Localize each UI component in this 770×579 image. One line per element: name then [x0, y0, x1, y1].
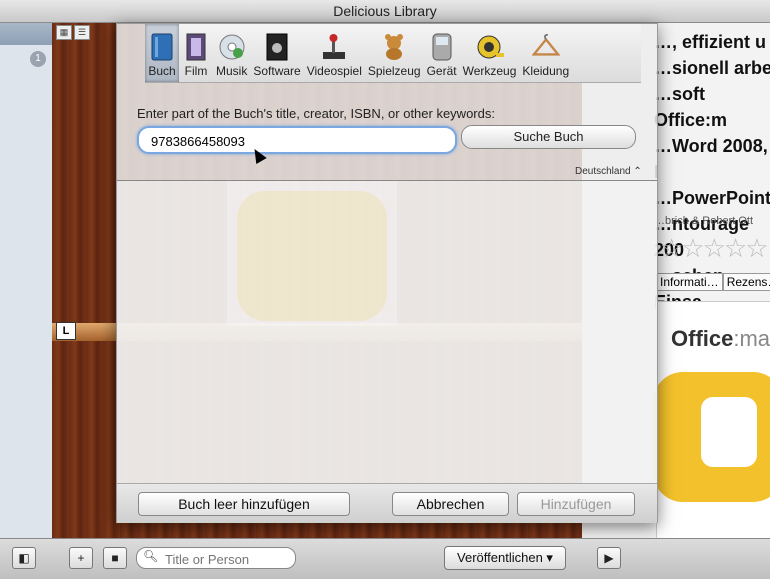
item-author: …brich & Robert Ott — [654, 215, 754, 227]
joystick-icon — [320, 32, 348, 62]
library-search-field[interactable]: 🔍︎ — [136, 547, 296, 569]
search-icon: 🔍︎ — [143, 549, 159, 563]
toolbar-label: Kleidung — [522, 64, 570, 78]
cancel-button[interactable]: Abbrechen — [392, 492, 509, 516]
toolbar-label: Film — [184, 64, 208, 78]
country-popup[interactable]: Deutschland ⌃ — [575, 166, 642, 177]
chevron-updown-icon: ⌃ — [633, 166, 642, 177]
music-cd-icon — [218, 32, 246, 62]
media-type-toolbar: Buch Film Musik Software Videospiel Spie… — [145, 24, 641, 83]
background-cover-ghost — [237, 191, 387, 321]
search-prompt: Enter part of the Buch's title, creator,… — [137, 106, 495, 121]
add-button[interactable]: Hinzufügen — [517, 492, 635, 516]
plus-icon: + — [77, 551, 85, 565]
shelf-letter-tab: L — [56, 322, 76, 340]
item-title-line: …Word 2008, I — [654, 136, 768, 182]
sidebar-toggle-icon: ◧ — [18, 551, 30, 565]
toggle-detail-button[interactable]: ▶ — [597, 547, 621, 569]
toolbar-item-toy[interactable]: Spielzeug — [365, 24, 424, 82]
add-empty-book-button[interactable]: Buch leer hinzufügen — [138, 492, 350, 516]
item-title-line: …, effizient u — [654, 32, 766, 52]
toolbar-item-music[interactable]: Musik — [213, 24, 250, 82]
rating-stars[interactable]: ☆☆☆☆☆ — [660, 233, 769, 264]
toolbar-item-videogame[interactable]: Videospiel — [304, 24, 365, 82]
library-search-input[interactable] — [163, 549, 293, 569]
device-icon — [428, 32, 456, 62]
grid-view-icon[interactable]: ▦ — [56, 25, 72, 40]
country-value: Deutschland — [575, 166, 631, 177]
view-switcher: ▦ ☰ — [56, 25, 90, 40]
toolbar-item-device[interactable]: Gerät — [424, 24, 460, 82]
tab-reviews[interactable]: Rezens… — [722, 273, 770, 291]
bottom-toolbar: ◧ + ■ 🔍︎ Veröffentlichen ▾ ▶ — [0, 538, 770, 579]
toolbar-item-film[interactable]: Film — [179, 24, 213, 82]
sidebar: 1 — [0, 23, 52, 538]
book-icon — [148, 32, 176, 62]
list-view-icon[interactable]: ☰ — [74, 25, 90, 40]
toolbar-item-tool[interactable]: Werkzeug — [460, 24, 520, 82]
toolbar-item-book[interactable]: Buch — [145, 24, 179, 82]
publish-menu-button[interactable]: Veröffentlichen ▾ — [444, 546, 566, 570]
camera-scan-button[interactable]: ■ — [103, 547, 127, 569]
sidebar-badge: 1 — [30, 51, 46, 67]
tape-measure-icon — [476, 32, 504, 62]
camera-icon: ■ — [111, 551, 119, 565]
film-icon — [182, 32, 210, 62]
toolbar-label: Spielzeug — [367, 64, 421, 78]
item-title-line: …soft Office:m — [654, 84, 728, 130]
software-box-icon — [263, 32, 291, 62]
window-title: Delicious Library — [0, 0, 770, 23]
teddy-bear-icon — [380, 32, 408, 62]
toolbar-label: Software — [253, 64, 301, 78]
tab-information[interactable]: Informati… — [656, 273, 723, 291]
toolbar-item-clothing[interactable]: Kleidung — [519, 24, 572, 82]
cover-graphic-inner — [701, 397, 757, 467]
search-results-area — [117, 181, 657, 483]
sheet-footer: Buch leer hinzufügen Abbrechen Hinzufüge… — [117, 483, 657, 523]
isbn-search-input[interactable] — [149, 131, 443, 151]
hanger-icon — [531, 32, 560, 62]
toolbar-label: Werkzeug — [462, 64, 517, 78]
item-title-line: …sionell arbe — [654, 58, 770, 78]
cover-title: Office:ma — [671, 326, 770, 351]
toolbar-label: Buch — [148, 64, 176, 78]
book-cover: Office:ma — [653, 301, 770, 538]
isbn-search-field[interactable] — [137, 126, 457, 154]
play-icon: ▶ — [604, 551, 614, 565]
item-title-line: …PowerPoint — [654, 188, 770, 208]
search-book-button[interactable]: Suche Buch — [461, 125, 636, 149]
toggle-sidebar-button[interactable]: ◧ — [12, 547, 36, 569]
toolbar-label: Musik — [216, 64, 248, 78]
toolbar-label: Gerät — [426, 64, 457, 78]
add-item-button[interactable]: + — [69, 547, 93, 569]
detail-tabs: Informati… Rezens… — [656, 273, 770, 291]
toolbar-label: Videospiel — [306, 64, 362, 78]
sidebar-selected-item[interactable] — [0, 23, 52, 45]
toolbar-item-software[interactable]: Software — [250, 24, 303, 82]
add-item-sheet: Buch Film Musik Software Videospiel Spie… — [116, 23, 658, 523]
